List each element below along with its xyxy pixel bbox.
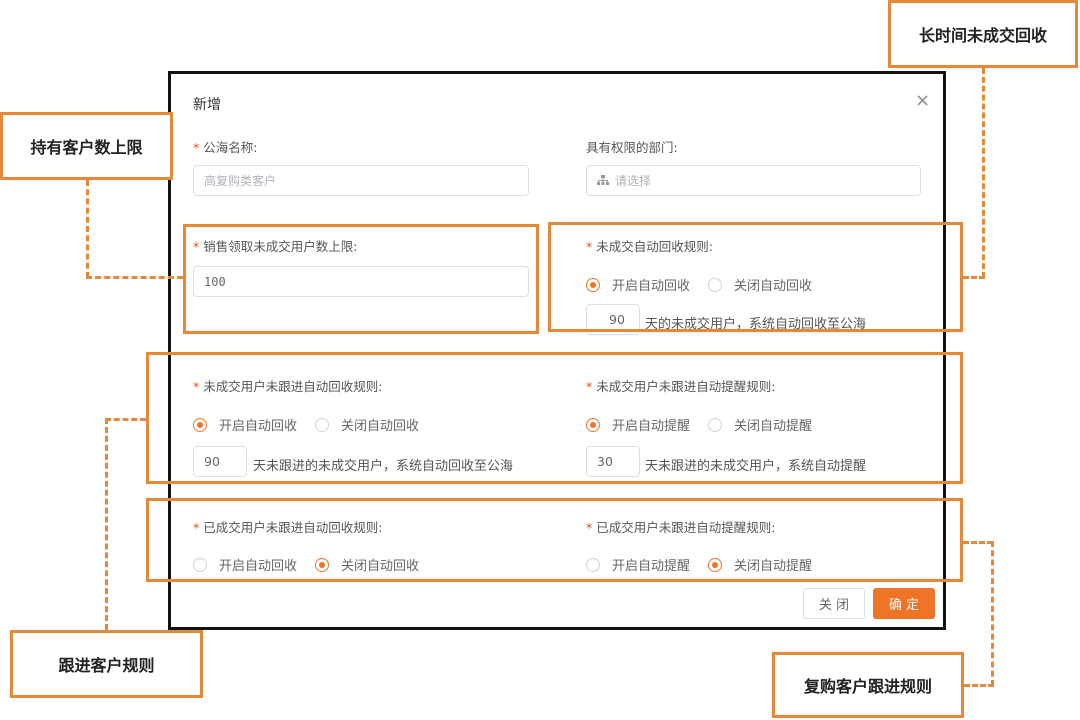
connector-line	[86, 276, 183, 279]
pool-name-placeholder: 高复购类客户	[204, 174, 277, 188]
connector-line	[964, 684, 994, 687]
callout-follow-rules: 跟进客户规则	[10, 630, 203, 698]
unclosed-recycle-highlight	[548, 222, 963, 332]
repurchase-rules-highlight	[146, 498, 963, 582]
connector-line	[105, 418, 146, 421]
connector-line	[982, 68, 985, 278]
close-icon[interactable]: ×	[915, 92, 930, 110]
departments-select[interactable]: 请选择	[586, 165, 921, 196]
required-mark: *	[193, 140, 200, 155]
claim-limit-highlight	[183, 224, 539, 334]
callout-repurchase-rules: 复购客户跟进规则	[772, 652, 964, 718]
pool-name-input[interactable]: 高复购类客户	[193, 165, 529, 196]
confirm-button[interactable]: 确 定	[873, 588, 935, 619]
departments-placeholder: 请选择	[615, 174, 652, 188]
close-button[interactable]: 关 闭	[803, 588, 865, 619]
connector-line	[963, 276, 985, 279]
connector-line	[963, 541, 993, 544]
dialog-title: 新增	[193, 97, 221, 113]
pool-name-label: * 公海名称:	[193, 140, 258, 155]
connector-line	[991, 541, 994, 686]
org-tree-icon	[597, 175, 609, 185]
callout-long-time-recycle: 长时间未成交回收	[888, 0, 1078, 68]
callout-holding-limit: 持有客户数上限	[0, 112, 173, 180]
departments-label: 具有权限的部门:	[586, 140, 678, 155]
connector-line	[105, 418, 108, 630]
follow-rules-highlight	[146, 352, 963, 484]
connector-line	[86, 180, 89, 278]
